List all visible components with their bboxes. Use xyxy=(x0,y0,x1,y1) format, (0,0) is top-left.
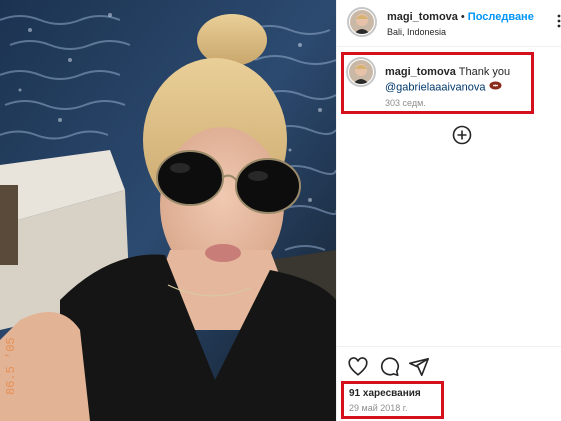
heart-icon[interactable] xyxy=(347,356,369,378)
more-icon[interactable] xyxy=(556,14,561,31)
separator-dot: • xyxy=(460,11,465,23)
post-header: magi_tomova • Последване Bali, Indonesia xyxy=(337,0,561,47)
likes-highlight-box xyxy=(341,381,444,419)
comment-highlight-box xyxy=(341,52,534,114)
location-link[interactable]: Bali, Indonesia xyxy=(387,27,446,37)
header-line: magi_tomova • Последване xyxy=(387,11,534,23)
add-icon[interactable] xyxy=(452,125,472,145)
header-username[interactable]: magi_tomova xyxy=(387,11,458,23)
instagram-post: 86.5 '05 magi_tomova • Последване Bali, In… xyxy=(0,0,561,421)
avatar[interactable] xyxy=(350,10,374,34)
share-icon[interactable] xyxy=(408,356,430,378)
photo-watermark: 86.5 '05 xyxy=(4,337,18,395)
post-photo[interactable]: 86.5 '05 xyxy=(0,0,336,421)
comment-icon[interactable] xyxy=(378,356,400,378)
action-bar xyxy=(337,346,561,385)
post-photo-image: 86.5 '05 xyxy=(0,0,336,421)
follow-button[interactable]: Последване xyxy=(468,11,534,23)
